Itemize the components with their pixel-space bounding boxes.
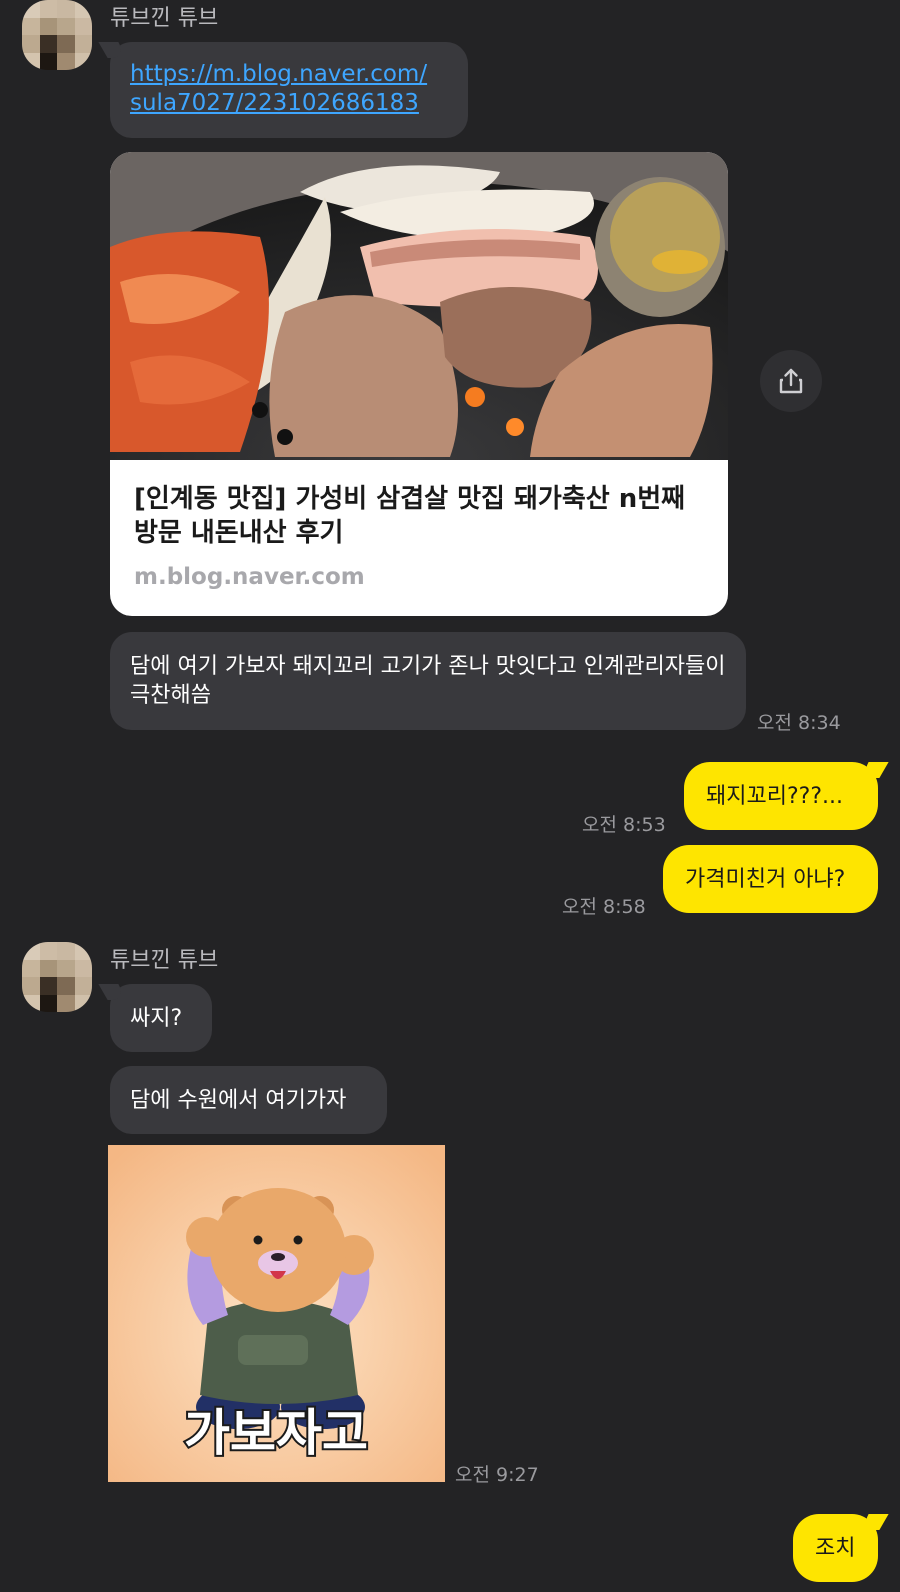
- message-time: 오전 8:53: [582, 814, 666, 836]
- message-text: 담에 수원에서 여기가자: [130, 1088, 347, 1113]
- preview-image: [110, 152, 728, 460]
- message-time: 오전 9:27: [455, 1464, 539, 1486]
- message-time: 오전 8:58: [562, 896, 646, 918]
- sticker-text: 가보자고: [184, 1404, 368, 1462]
- message-text: 싸지?: [130, 1006, 183, 1031]
- card-title: [인계동 맛집] 가성비 삼겹살 맛집 돼가축산 n번째 방문 내돈내산 후기: [134, 484, 686, 548]
- message-time: 오전 8:34: [757, 712, 841, 734]
- blog-link-line-2[interactable]: sula7027/223102686183: [130, 89, 448, 118]
- message-bubble-cheap[interactable]: 싸지?: [110, 984, 212, 1052]
- sender-name: 튜브낀 튜브: [110, 948, 219, 973]
- sender-avatar[interactable]: [22, 0, 92, 70]
- my-message-bubble-2[interactable]: 가격미친거 아냐?: [663, 845, 878, 913]
- sender-avatar[interactable]: [22, 942, 92, 1012]
- blog-link-line-1[interactable]: https://m.blog.naver.com/: [130, 60, 448, 89]
- sender-name: 튜브낀 튜브: [110, 6, 219, 31]
- card-domain: m.blog.naver.com: [134, 564, 365, 590]
- message-text: 가격미친거 아냐?: [685, 866, 846, 892]
- message-text: 돼지꼬리???...: [706, 783, 843, 809]
- message-text: 조치: [815, 1535, 856, 1561]
- share-button[interactable]: [760, 350, 822, 412]
- my-message-bubble-3[interactable]: 조치: [793, 1514, 878, 1582]
- message-text: 담에 여기 가보자 돼지꼬리 고기가 존나 맛잇다고 인계관리자들이 극찬해씀: [130, 654, 726, 708]
- share-icon: [779, 368, 803, 394]
- my-message-bubble-1[interactable]: 돼지꼬리???...: [684, 762, 878, 830]
- message-bubble-suwon[interactable]: 담에 수원에서 여기가자: [110, 1066, 387, 1134]
- message-bubble-suggest[interactable]: 담에 여기 가보자 돼지꼬리 고기가 존나 맛잇다고 인계관리자들이 극찬해씀: [110, 632, 746, 730]
- link-preview-card[interactable]: [인계동 맛집] 가성비 삼겹살 맛집 돼가축산 n번째 방문 내돈내산 후기 …: [110, 152, 728, 616]
- sticker-image[interactable]: 가보자고: [108, 1145, 445, 1482]
- link-message-bubble[interactable]: https://m.blog.naver.com/ sula7027/22310…: [110, 42, 468, 138]
